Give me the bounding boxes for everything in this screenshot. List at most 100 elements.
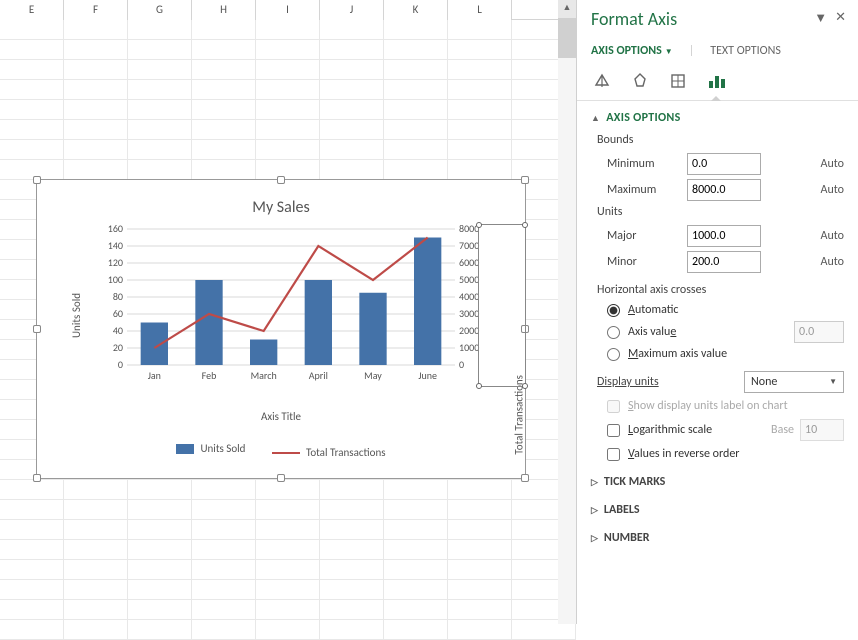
resize-handle[interactable] [277,474,285,482]
grid-cell[interactable] [384,500,448,520]
column-header[interactable]: K [384,0,448,20]
grid-cell[interactable] [128,600,192,620]
grid-cell[interactable] [384,140,448,160]
grid-cell[interactable] [384,40,448,60]
grid-cell[interactable] [384,520,448,540]
grid-cell[interactable] [128,560,192,580]
grid-cell[interactable] [64,520,128,540]
grid-cell[interactable] [448,80,512,100]
resize-handle[interactable] [33,176,41,184]
grid-cell[interactable] [64,40,128,60]
grid-cell[interactable] [0,20,64,40]
grid-cell[interactable] [64,100,128,120]
display-units-select[interactable]: None▼ [744,371,844,393]
grid-cell[interactable] [64,160,128,180]
maximum-input[interactable] [687,179,761,201]
resize-handle[interactable] [33,474,41,482]
grid-cell[interactable] [256,100,320,120]
grid-cell[interactable] [256,500,320,520]
grid-cell[interactable] [384,60,448,80]
grid-cell[interactable] [0,500,64,520]
grid-cell[interactable] [448,100,512,120]
grid-cell[interactable] [192,540,256,560]
grid-cell[interactable] [0,120,64,140]
grid-cell[interactable] [320,520,384,540]
close-icon[interactable]: ✕ [835,10,846,26]
minor-input[interactable] [687,251,761,273]
grid-cell[interactable] [448,560,512,580]
grid-cell[interactable] [320,540,384,560]
hac-max-radio[interactable] [607,348,620,361]
grid-cell[interactable] [256,20,320,40]
resize-handle[interactable] [277,176,285,184]
grid-cell[interactable] [128,520,192,540]
grid-cell[interactable] [192,560,256,580]
plot-area[interactable]: 0204060801001201401600100020003000400050… [97,225,497,385]
grid-cell[interactable] [0,480,64,500]
grid-cell[interactable] [448,160,512,180]
grid-cell[interactable] [256,600,320,620]
section-labels[interactable]: ▷LABELS [591,503,846,517]
secondary-axis-selection[interactable] [478,224,526,387]
grid-cell[interactable] [0,600,64,620]
grid-cell[interactable] [448,500,512,520]
grid-cell[interactable] [64,500,128,520]
grid-cell[interactable] [0,160,64,180]
section-axis-options[interactable]: ▲AXIS OPTIONS [591,111,846,125]
grid-cell[interactable] [64,620,128,640]
vertical-scrollbar[interactable]: ▲ [558,0,576,624]
grid-cell[interactable] [448,600,512,620]
grid-cell[interactable] [256,620,320,640]
panel-dropdown-icon[interactable]: ▼ [814,10,827,26]
grid-cell[interactable] [384,160,448,180]
grid-cell[interactable] [192,40,256,60]
major-input[interactable] [687,225,761,247]
log-scale-checkbox[interactable] [607,424,620,437]
grid-cell[interactable] [128,60,192,80]
grid-cell[interactable] [192,20,256,40]
grid-cell[interactable] [192,60,256,80]
column-header[interactable]: H [192,0,256,20]
chart-title[interactable]: My Sales [37,180,525,217]
grid-cell[interactable] [0,80,64,100]
grid-cell[interactable] [320,500,384,520]
grid-cell[interactable] [384,540,448,560]
grid-cell[interactable] [320,560,384,580]
grid-cell[interactable] [448,140,512,160]
grid-cell[interactable] [320,40,384,60]
grid-cell[interactable] [448,540,512,560]
grid-cell[interactable] [0,560,64,580]
grid-cell[interactable] [192,480,256,500]
scroll-up-button[interactable]: ▲ [558,0,576,18]
grid-cell[interactable] [384,560,448,580]
grid-cell[interactable] [128,160,192,180]
grid-cell[interactable] [128,540,192,560]
resize-handle[interactable] [33,325,41,333]
tab-text-options[interactable]: TEXT OPTIONS [710,44,781,58]
column-header[interactable]: E [0,0,64,20]
grid-cell[interactable] [192,120,256,140]
chart-object[interactable]: My Sales Units Sold Total Transactions 0… [36,179,526,479]
grid-cell[interactable] [0,520,64,540]
grid-cell[interactable] [192,500,256,520]
x-axis-title[interactable]: Axis Title [37,410,525,423]
grid-cell[interactable] [192,160,256,180]
grid-cell[interactable] [192,620,256,640]
grid-cell[interactable] [0,100,64,120]
grid-cell[interactable] [128,80,192,100]
grid-cell[interactable] [448,520,512,540]
grid-cell[interactable] [256,560,320,580]
grid-cell[interactable] [320,160,384,180]
grid-cell[interactable] [256,80,320,100]
grid-cell[interactable] [320,140,384,160]
grid-cell[interactable] [384,620,448,640]
grid-cell[interactable] [192,80,256,100]
grid-cell[interactable] [192,520,256,540]
grid-cell[interactable] [0,40,64,60]
grid-cell[interactable] [384,600,448,620]
grid-cell[interactable] [448,480,512,500]
grid-cell[interactable] [448,60,512,80]
grid-cell[interactable] [320,600,384,620]
grid-cell[interactable] [384,480,448,500]
grid-cell[interactable] [64,480,128,500]
